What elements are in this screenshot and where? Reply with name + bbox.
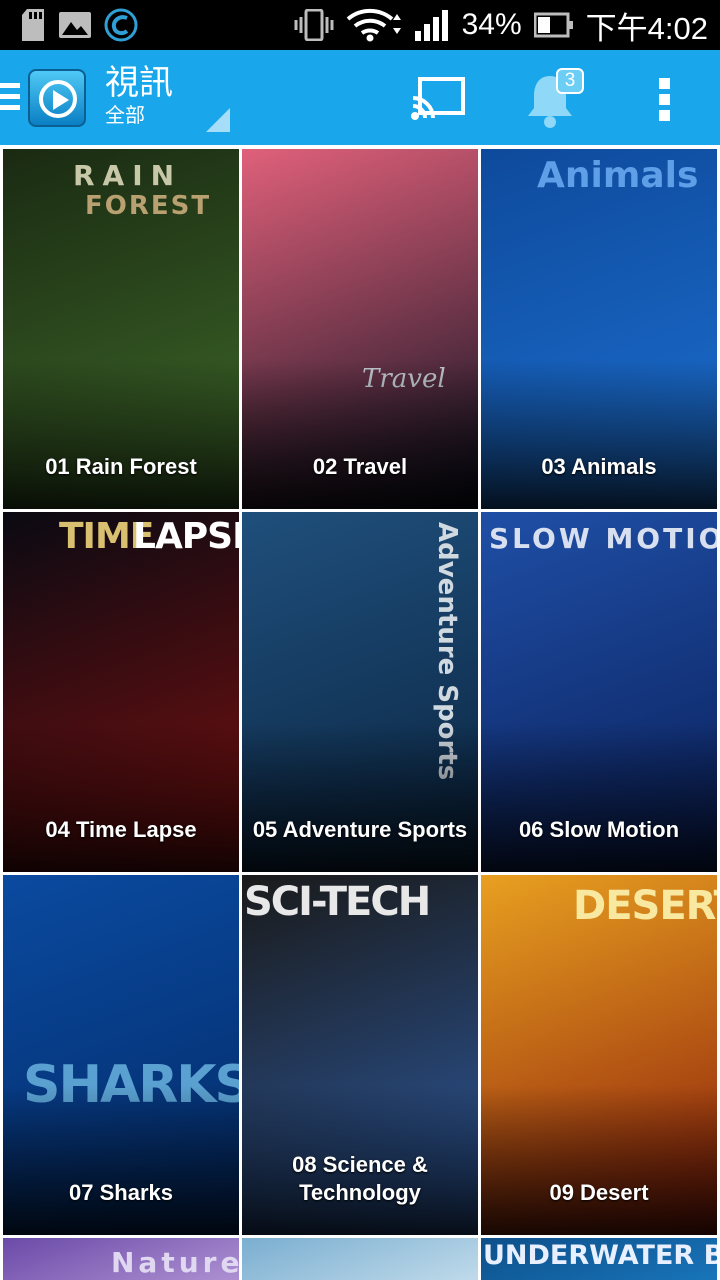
status-left-icons: [20, 8, 138, 42]
label-gradient: [242, 722, 478, 872]
battery-percent: 34%: [461, 8, 522, 41]
video-app-logo-icon[interactable]: [28, 69, 86, 127]
video-title: 03 Animals: [541, 454, 657, 479]
video-tile[interactable]: SLOW MOTION 06 Slow Motion: [481, 512, 717, 872]
notification-count-badge: 3: [556, 68, 584, 94]
video-tile[interactable]: [242, 1238, 478, 1280]
video-tile[interactable]: TIMELAPSE04 Time Lapse: [3, 512, 239, 872]
video-tile[interactable]: UNDERWATER BEAUTY: [481, 1238, 717, 1280]
video-tile[interactable]: RAIN FOREST 01 Rain Forest: [3, 149, 239, 509]
label-gradient: [3, 722, 239, 872]
video-title: 02 Travel: [312, 454, 408, 479]
title-spinner[interactable]: 視訊 全部: [105, 64, 173, 128]
thumbnail-cover-text: RAIN: [73, 159, 183, 192]
video-title: 07 Sharks: [69, 1180, 173, 1205]
video-title: 05 Adventure Sports: [252, 817, 468, 842]
video-title: 08 Science & Technology: [292, 1152, 428, 1205]
video-tile[interactable]: Nature: [3, 1238, 239, 1280]
app-notification-icon: [104, 8, 138, 42]
app-bar: 視訊 全部 3: [0, 50, 720, 145]
image-icon: [59, 12, 91, 38]
dropdown-indicator-icon: [206, 108, 230, 132]
filter-subtitle: 全部: [105, 103, 145, 127]
drawer-menu-icon[interactable]: [0, 83, 20, 113]
page-title: 視訊: [105, 63, 173, 103]
label-gradient: [481, 1085, 717, 1235]
video-title: 01 Rain Forest: [45, 454, 197, 479]
video-title: 06 Slow Motion: [518, 817, 680, 842]
clock: 下午4:02: [585, 10, 708, 46]
status-right-icons: 34% 下午4:02: [294, 0, 708, 50]
video-tile[interactable]: Travel02 Travel: [242, 149, 478, 509]
video-grid: RAINFOREST01 Rain ForestTravel02 TravelA…: [0, 145, 720, 1280]
cast-icon[interactable]: [410, 76, 466, 122]
battery-icon: [533, 12, 573, 38]
video-tile[interactable]: Adventure Sports 05 Adventure Sports: [242, 512, 478, 872]
thumbnail-cover-text: Animals: [537, 155, 699, 196]
label-gradient: [3, 1085, 239, 1235]
overflow-menu-icon[interactable]: [656, 78, 672, 122]
thumbnail-cover-text-2: FOREST: [85, 191, 212, 221]
video-tile[interactable]: SHARKS07 Sharks: [3, 875, 239, 1235]
thumbnail-cover-text: Nature: [111, 1246, 239, 1279]
video-tile[interactable]: SCI-TECH 08 Science & Technology: [242, 875, 478, 1235]
label-gradient: [3, 359, 239, 509]
video-tile[interactable]: DESERT 09 Desert: [481, 875, 717, 1235]
video-title: 09 Desert: [549, 1180, 649, 1205]
wifi-icon: [346, 8, 401, 42]
video-thumbnail: [242, 1238, 478, 1280]
video-title: 04 Time Lapse: [45, 817, 197, 842]
thumbnail-cover-text: UNDERWATER BEAUTY: [483, 1240, 717, 1271]
notifications-button[interactable]: 3: [524, 68, 584, 130]
thumbnail-cover-text: SLOW MOTION: [489, 522, 717, 555]
thumbnail-cover-text-2: LAPSE: [133, 516, 239, 557]
vibrate-icon: [294, 9, 334, 41]
status-bar: 34% 下午4:02: [0, 0, 720, 50]
thumbnail-cover-text: SCI-TECH: [244, 879, 431, 925]
label-gradient: [481, 359, 717, 509]
video-tile[interactable]: Animals 03 Animals: [481, 149, 717, 509]
label-gradient: [481, 722, 717, 872]
signal-icon: [414, 10, 448, 41]
sd-card-icon: [22, 9, 44, 41]
label-gradient: [242, 359, 478, 509]
thumbnail-cover-text: DESERT: [573, 883, 717, 929]
